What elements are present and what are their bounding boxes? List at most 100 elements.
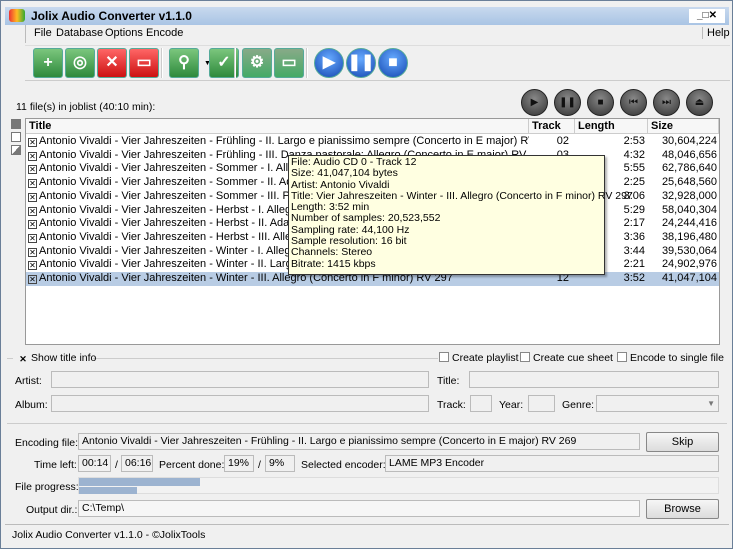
skip-button[interactable]: Skip (646, 432, 719, 452)
track-input[interactable] (470, 395, 492, 412)
title-cell: ✕ Antonio Vivaldi - Vier Jahreszeiten - F… (26, 135, 529, 149)
folder-settings-button[interactable]: ▭ (274, 48, 304, 78)
total-progress-bar (79, 487, 137, 494)
play-button[interactable]: ▶ (314, 48, 344, 78)
menu-help[interactable]: Help (702, 27, 730, 39)
window-controls[interactable]: _□✕ (689, 9, 725, 23)
next-icon: ⏭ (662, 97, 671, 108)
column-header-track[interactable]: Track (529, 119, 575, 134)
remove-button[interactable]: ✕ (97, 48, 127, 78)
row-checkbox[interactable]: ✕ (28, 261, 37, 271)
menu-file[interactable]: File (34, 27, 52, 39)
play-icon: ▶ (322, 54, 336, 71)
genre-dropdown[interactable]: ▼ (596, 395, 719, 412)
create-cue-sheet-label: Create cue sheet (533, 352, 613, 364)
year-input[interactable] (528, 395, 555, 412)
track-cell: 02 (556, 135, 569, 147)
toolbar: +▼◎✕▭⚲▼✓⚙▭▶▼❚❚■ (25, 45, 730, 81)
pause-button[interactable]: ❚❚ (346, 48, 376, 78)
album-input[interactable] (51, 395, 429, 412)
encoding-file-field: Antonio Vivaldi - Vier Jahreszeiten - Fr… (78, 433, 640, 450)
create-playlist-label: Create playlist (452, 352, 519, 364)
status-bar: Jolix Audio Converter v1.1.0 - ©JolixToo… (12, 529, 206, 541)
column-header-size[interactable]: Size (648, 119, 719, 134)
show-title-info-checkbox[interactable]: ✕ Show title info (18, 352, 96, 365)
time-separator: / (115, 459, 118, 471)
app-logo-icon (9, 9, 25, 22)
player-eject-button[interactable]: ⏏ (686, 89, 713, 116)
row-checkbox[interactable]: ✕ (28, 233, 37, 243)
encode-single-file-checkbox[interactable]: Encode to single file (617, 352, 724, 364)
menu-database[interactable]: Database (56, 27, 103, 39)
progress-area (78, 477, 719, 494)
length-cell: 2:53 (623, 135, 645, 147)
search-button[interactable]: ⚲ (169, 48, 199, 78)
checkbox-box (439, 352, 449, 362)
toolbar-separator (161, 48, 163, 78)
row-checkbox[interactable]: ✕ (28, 192, 37, 202)
select-all-icon[interactable] (11, 119, 21, 129)
player-stop-button[interactable]: ■ (587, 89, 614, 116)
create-playlist-checkbox[interactable]: Create playlist (439, 352, 519, 364)
time-total-field: 06:16 (121, 455, 153, 472)
title-input[interactable] (469, 371, 719, 388)
browse-button[interactable]: Browse (646, 499, 719, 519)
artist-label: Artist: (15, 375, 42, 387)
add-file-button[interactable]: + (33, 48, 63, 78)
size-cell: 39,530,064 (661, 244, 717, 257)
file-info-tooltip: File: Audio CD 0 - Track 12 Size: 41,047,… (288, 155, 633, 275)
checkbox-box (520, 352, 530, 362)
select-none-icon[interactable] (11, 132, 21, 142)
table-row[interactable]: ✕ Antonio Vivaldi - Vier Jahreszeiten - F… (26, 135, 719, 149)
search-icon: ⚲ (178, 54, 190, 71)
row-checkbox[interactable]: ✕ (28, 179, 37, 189)
player-next-button[interactable]: ⏭ (653, 89, 680, 116)
output-dir-input[interactable]: C:\Temp\ (78, 500, 640, 517)
stop-button[interactable]: ■ (378, 48, 408, 78)
show-title-info-label: Show title info (31, 352, 97, 364)
row-checkbox[interactable]: ✕ (28, 165, 37, 175)
pause-icon: ❚❚ (559, 97, 576, 108)
player-play-button[interactable]: ▶ (521, 89, 548, 116)
row-checkbox[interactable]: ✕ (28, 138, 37, 147)
row-title: Antonio Vivaldi - Vier Jahreszeiten - So… (39, 176, 331, 189)
invert-selection-icon[interactable] (11, 145, 21, 155)
size-cell: 41,047,104 (661, 272, 717, 284)
player-pause-button[interactable]: ❚❚ (554, 89, 581, 116)
column-header-title[interactable]: Title (26, 119, 529, 134)
row-checkbox[interactable]: ✕ (28, 275, 37, 284)
row-title: Antonio Vivaldi - Vier Jahreszeiten - He… (39, 203, 328, 216)
app-window: Jolix Audio Converter v1.1.0 _□✕ File Da… (0, 0, 733, 549)
row-checkbox[interactable]: ✕ (28, 247, 37, 257)
row-checkbox[interactable]: ✕ (28, 206, 37, 216)
album-label: Album: (15, 399, 48, 411)
row-checkbox[interactable]: ✕ (28, 151, 37, 161)
player-previous-button[interactable]: ⏮ (620, 89, 647, 116)
remove-folder-button[interactable]: ▭ (129, 48, 159, 78)
add-cd-button[interactable]: ◎ (65, 48, 95, 78)
menu-options[interactable]: Options (105, 27, 143, 39)
selected-encoder-field: LAME MP3 Encoder (385, 455, 719, 472)
add-cd-icon: ◎ (73, 54, 87, 71)
time-left-label: Time left: (34, 459, 77, 471)
size-cell: 32,928,000 (661, 189, 717, 202)
encode-single-file-label: Encode to single file (630, 352, 724, 364)
percent-file-field: 19% (224, 455, 254, 472)
remove-icon: ✕ (105, 54, 119, 71)
row-checkbox[interactable]: ✕ (28, 220, 37, 230)
column-header-length[interactable]: Length (575, 119, 648, 134)
artist-input[interactable] (51, 371, 429, 388)
folder-settings-icon: ▭ (281, 54, 297, 71)
tooltip-line: Size: 41,047,104 bytes (291, 167, 398, 180)
menu-encode[interactable]: Encode (146, 27, 183, 39)
row-title: Antonio Vivaldi - Vier Jahreszeiten - Wi… (39, 258, 331, 271)
percent-separator: / (258, 459, 261, 471)
stop-icon: ■ (597, 97, 604, 108)
eject-icon: ⏏ (694, 97, 705, 108)
create-cue-sheet-checkbox[interactable]: Create cue sheet (520, 352, 613, 364)
row-title: Antonio Vivaldi - Vier Jahreszeiten - Wi… (39, 244, 329, 257)
checkbox-box (617, 352, 627, 362)
row-title: Antonio Vivaldi - Vier Jahreszeiten - He… (39, 230, 328, 243)
size-cell: 62,786,640 (661, 162, 717, 175)
settings-button[interactable]: ⚙ (242, 48, 272, 78)
